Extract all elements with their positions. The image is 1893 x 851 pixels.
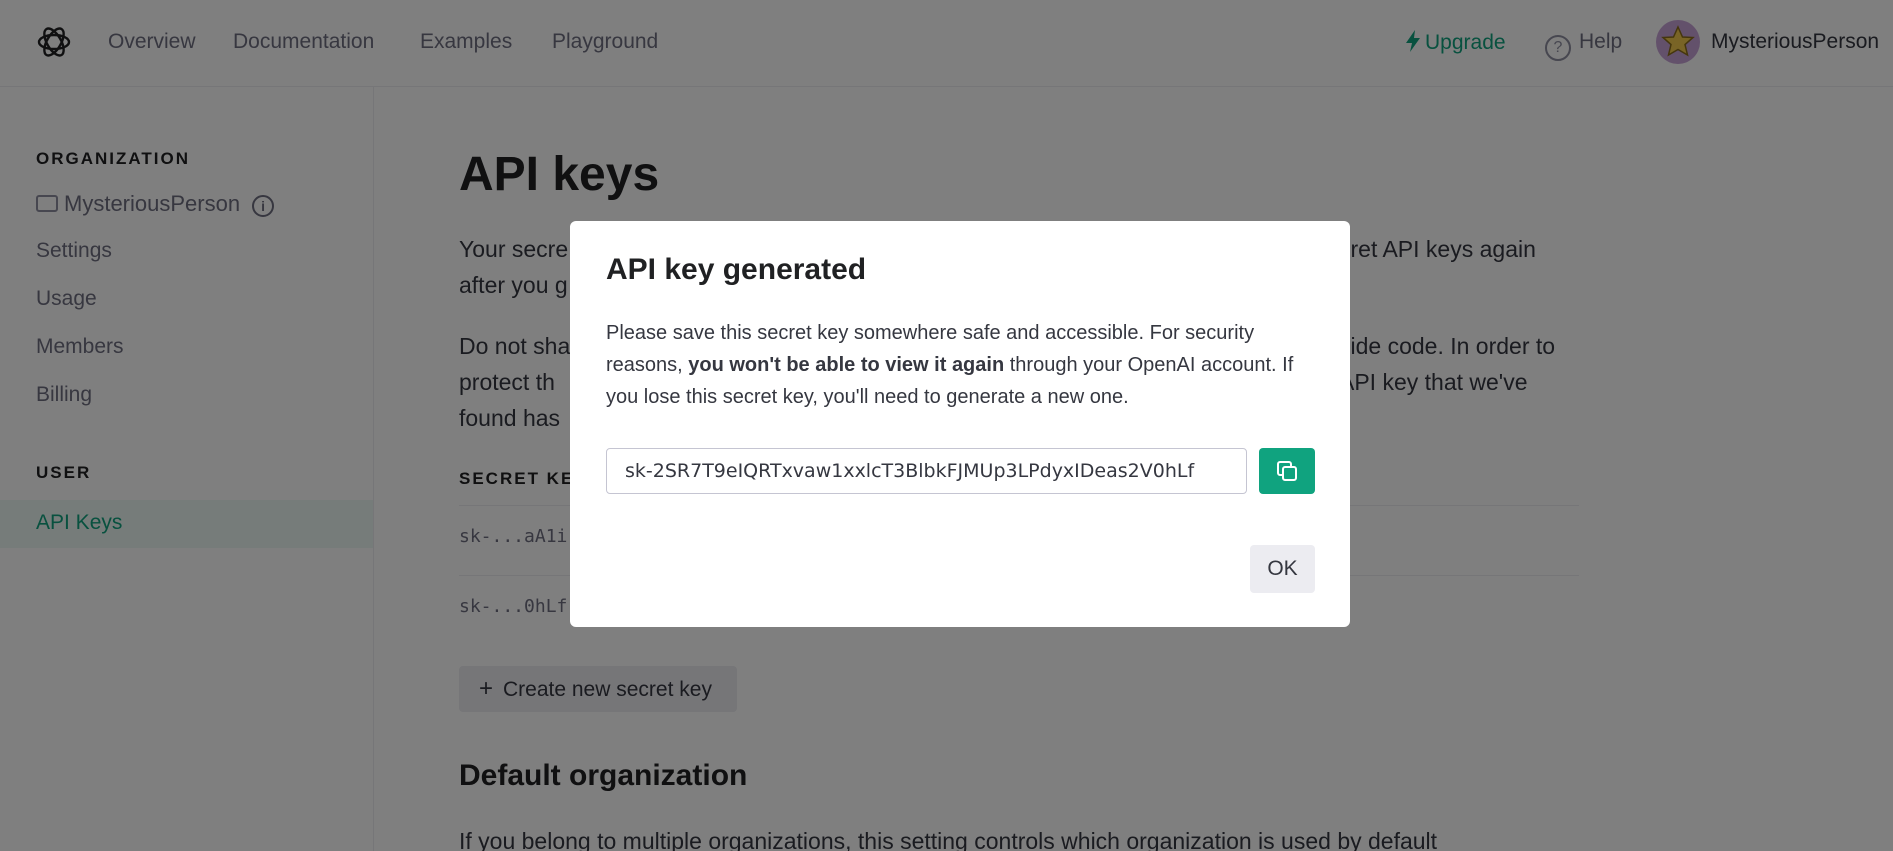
secret-key-field[interactable]: sk-2SR7T9eIQRTxvaw1xxlcT3BlbkFJMUp3LPdyx… [606,448,1247,494]
copy-button[interactable] [1259,448,1315,494]
dialog-title: API key generated [606,253,867,286]
copy-icon [1277,461,1297,481]
dialog-message-bold: you won't be able to view it again [688,354,1005,376]
ok-button[interactable]: OK [1250,545,1315,593]
api-key-generated-dialog: API key generated Please save this secre… [570,221,1350,627]
dialog-message: Please save this secret key somewhere sa… [606,317,1316,413]
